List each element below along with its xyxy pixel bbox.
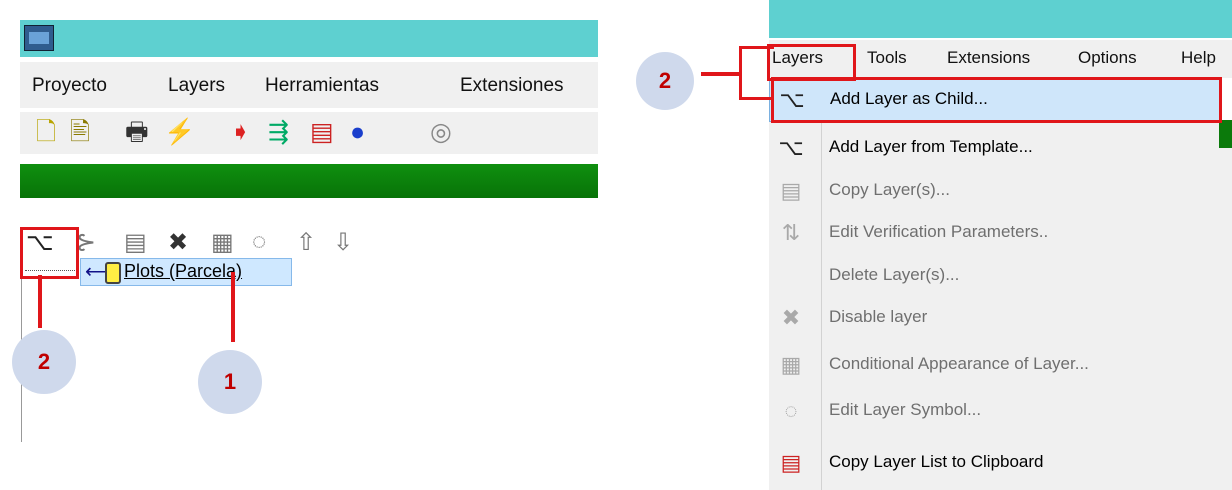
copy-layer-icon[interactable]: ▤ <box>124 228 147 257</box>
annotation-line-2 <box>38 275 42 328</box>
conditional-icon: ▦ <box>780 352 802 377</box>
menu-item-delete-layers[interactable]: Delete Layer(s)... <box>769 255 1219 297</box>
tree-node-label[interactable]: Plots (Parcela) <box>124 261 242 282</box>
right-title-bar <box>769 0 1232 38</box>
menu-item-copy-layer-list[interactable]: ▤ Copy Layer List to Clipboard <box>769 442 1219 484</box>
copy-sheet-icon[interactable]: ▤ <box>310 118 334 146</box>
menu-item-add-layer-from-template[interactable]: ⌥ Add Layer from Template... <box>769 127 1219 169</box>
green-strip <box>1219 120 1232 148</box>
annotation-number-2: 2 <box>37 349 51 374</box>
new-file-icon[interactable]: 🗋 <box>36 118 56 146</box>
menu-item-label: Disable layer <box>829 307 928 326</box>
background-edge <box>1219 148 1232 490</box>
left-menubar: Proyecto Layers Herramientas Extensiones <box>20 62 598 108</box>
menu-item-label: Add Layer from Template... <box>829 137 1033 156</box>
menu-tools[interactable]: Tools <box>867 48 907 68</box>
left-title-bar <box>20 20 598 57</box>
menu-item-conditional-appearance[interactable]: ▦ Conditional Appearance of Layer... <box>769 344 1219 386</box>
menu-layers[interactable]: Layers <box>168 75 225 97</box>
add-child-icon: ⌥ <box>778 135 804 160</box>
menu-item-label: Edit Layer Symbol... <box>829 400 982 419</box>
annotation-line-right <box>701 72 739 76</box>
conditional-icon[interactable]: ▦ <box>211 228 234 257</box>
annotation-box-layers-menu <box>767 44 856 81</box>
annotation-number-2-right: 2 <box>658 68 672 93</box>
menu-herramientas[interactable]: Herramientas <box>265 75 379 97</box>
balls-icon[interactable]: ● <box>350 118 365 146</box>
target-icon[interactable]: ◎ <box>430 118 452 146</box>
remove-child-icon[interactable]: ⊱ <box>76 228 96 257</box>
menu-item-copy-layers[interactable]: ▤ Copy Layer(s)... <box>769 170 1219 212</box>
app-icon <box>24 25 54 51</box>
copy-layer-icon: ▤ <box>780 178 802 203</box>
annotation-box-left <box>20 227 79 279</box>
close-icon: ✖ <box>781 305 801 330</box>
menu-item-edit-layer-symbol[interactable]: ◌ Edit Layer Symbol... <box>769 390 1219 432</box>
print-icon[interactable]: 🖶 <box>125 118 149 146</box>
annotation-circle-2: 2 <box>12 330 76 394</box>
arrow-up-icon[interactable]: ⇧ <box>296 228 316 257</box>
menu-item-label: Conditional Appearance of Layer... <box>829 354 1089 373</box>
annotation-circle-1: 1 <box>198 350 262 414</box>
symbol-icon[interactable]: ◌ <box>252 228 266 256</box>
annotation-line-1 <box>231 272 235 342</box>
annotation-circle-2-right: 2 <box>636 52 694 110</box>
flash-icon[interactable]: ⚡ <box>164 118 195 146</box>
clipboard-icon: ▤ <box>780 450 802 475</box>
menu-extensiones[interactable]: Extensiones <box>460 75 564 97</box>
menu-item-label: Copy Layer List to Clipboard <box>829 452 1044 471</box>
transfer-icon[interactable]: ⇶ <box>268 118 289 146</box>
layer-box-icon <box>105 262 121 284</box>
menu-item-edit-verification[interactable]: ⇅ Edit Verification Parameters.. <box>769 212 1219 254</box>
green-bar <box>20 164 598 198</box>
annotation-box-menu-item <box>771 77 1222 123</box>
export-icon[interactable]: ➧ <box>230 118 251 146</box>
menu-item-label: Delete Layer(s)... <box>829 265 960 284</box>
symbol-icon: ◌ <box>784 398 798 423</box>
menu-extensions[interactable]: Extensions <box>947 48 1030 68</box>
main-toolbar: 🗋 🖹 🖶 ⚡ ➧ ⇶ ▤ ● ◎ <box>20 112 598 154</box>
layers-dropdown-menu: ⌥ Add Layer as Child... ⌥ Add Layer from… <box>769 78 1221 490</box>
menu-proyecto[interactable]: Proyecto <box>32 75 107 97</box>
tree-node-plots[interactable]: ⟵ Plots (Parcela) <box>80 258 292 286</box>
menu-help[interactable]: Help <box>1181 48 1216 68</box>
menu-item-disable-layer[interactable]: ✖ Disable layer <box>769 297 1219 339</box>
layer-tree-toolbar: ⌥ ⊱ ▤ ✖ ▦ ◌ ⇧ ⇩ <box>20 226 598 262</box>
close-icon[interactable]: ✖ <box>168 228 188 257</box>
verification-icon: ⇅ <box>781 220 801 245</box>
new-sheet-icon[interactable]: 🖹 <box>70 118 90 146</box>
menu-item-label: Copy Layer(s)... <box>829 180 950 199</box>
arrow-down-icon[interactable]: ⇩ <box>333 228 353 257</box>
annotation-number-1: 1 <box>223 369 237 394</box>
menu-item-label: Edit Verification Parameters.. <box>829 222 1049 241</box>
menu-options[interactable]: Options <box>1078 48 1137 68</box>
